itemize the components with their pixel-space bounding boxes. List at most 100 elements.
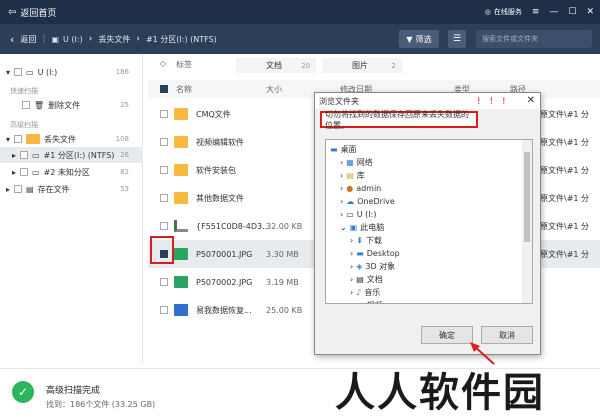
checkbox[interactable]: [14, 68, 23, 76]
checkmark-icon: ✓: [12, 381, 34, 403]
tree-item-3d-objects[interactable]: › ◈ 3D 对象: [350, 260, 395, 272]
tab-documents[interactable]: 文档 20: [236, 58, 316, 73]
tree-item-music[interactable]: › ♪ 音乐: [350, 286, 380, 298]
tree-item-desktop[interactable]: ▬ 桌面: [330, 143, 357, 155]
column-size[interactable]: 大小: [266, 84, 282, 95]
tree-item-downloads[interactable]: › ⬇ 下载: [350, 234, 382, 246]
tree-scrollbar[interactable]: [522, 140, 532, 303]
path-cell: 原文件\#1 分: [540, 249, 590, 259]
sidebar-item-partition1[interactable]: ▸ ▭ #1 分区(I:) (NTFS) 26: [0, 147, 143, 163]
column-name[interactable]: 名称: [176, 84, 192, 95]
selected-checkbox-highlight: [150, 236, 174, 264]
tree-item-desktop2[interactable]: › ▬ Desktop: [350, 247, 400, 259]
select-all-checkbox[interactable]: [160, 85, 168, 93]
tree-item-this-pc[interactable]: ⌄ ▣ 此电脑: [340, 221, 384, 233]
chevron-right-icon: ›: [88, 34, 93, 44]
tab-pictures[interactable]: 图片 2: [322, 58, 402, 73]
sidebar: ▾ ▭ U (I:) 186 快速扫描 🗑 删除文件 25 高级扫描 ▾ 丢失文件 108 ▸…: [0, 54, 143, 364]
cloud-icon: ☁: [346, 196, 355, 206]
tree-item-library[interactable]: › ▤ 库: [340, 169, 365, 181]
chevron-left-icon[interactable]: ‹: [10, 33, 14, 46]
warning-message: 切勿将找到的数据保存回原来丢失数据的位置。: [320, 110, 478, 130]
tree-item-documents[interactable]: › ▤ 文档: [350, 273, 383, 285]
tag-icon: ◇: [160, 59, 167, 68]
folder-icon: [26, 134, 41, 144]
breadcrumb-partition[interactable]: #1 分区(I:) (NTFS): [146, 34, 217, 45]
library-icon: ▤: [346, 170, 354, 180]
path-cell: 原文件\#1 分: [540, 109, 590, 119]
checkbox[interactable]: [160, 166, 168, 174]
checkbox[interactable]: [160, 222, 168, 230]
browse-folder-dialog: 浏览文件夹 ✕ 切勿将找到的数据保存回原来丢失数据的位置。 ! ! ! ▬ 桌面 …: [314, 92, 541, 355]
user-icon: ●: [346, 183, 354, 193]
tree-item-admin[interactable]: › ● admin: [340, 182, 381, 194]
folder-icon: [174, 136, 188, 148]
checkbox[interactable]: [20, 151, 29, 159]
filter-button[interactable]: ▼ 筛选: [399, 30, 439, 48]
word-file-icon: [174, 304, 188, 316]
tree-item-onedrive[interactable]: › ☁ OneDrive: [340, 195, 395, 207]
checkbox[interactable]: [22, 101, 30, 109]
breadcrumb-drive[interactable]: ▣ U (I:): [51, 35, 82, 44]
checkbox[interactable]: [20, 168, 29, 176]
home-back-icon[interactable]: ⇦: [8, 7, 16, 18]
path-cell: 原文件\#1 分: [540, 137, 590, 147]
path-cell: 原文件\#1 分: [540, 221, 590, 231]
watermark: 人人软件园: [335, 369, 545, 416]
tree-item-udrive[interactable]: › ▭ U (I:): [340, 208, 376, 220]
folder-icon: [174, 164, 188, 176]
category-tabs: ◇ 标签 文档 20 图片 2: [148, 54, 600, 76]
headset-icon: ◎: [484, 8, 491, 16]
list-view-button[interactable]: ☰: [448, 30, 466, 48]
menu-icon[interactable]: ≡: [532, 7, 540, 17]
back-button[interactable]: 返回: [20, 34, 36, 45]
desktop-icon: ▬: [330, 144, 338, 154]
checkbox[interactable]: [14, 185, 23, 193]
tree-item-network[interactable]: › ▦ 网络: [340, 156, 373, 168]
desktop-icon: ▬: [356, 248, 364, 258]
computer-icon: ▣: [349, 222, 358, 232]
sidebar-item-existing[interactable]: ▸ ▤ 存在文件 53: [0, 181, 143, 197]
sidebar-item-partition2[interactable]: ▸ ▭ #2 未知分区 82: [0, 164, 143, 180]
advanced-scan-heading: 高级扫描: [10, 121, 38, 129]
maximize-icon[interactable]: ☐: [568, 7, 576, 17]
sidebar-item-deleted[interactable]: 🗑 删除文件 25: [0, 97, 143, 113]
return-home-link[interactable]: 返回首页: [20, 6, 56, 19]
drive-icon: ▭: [346, 209, 354, 219]
partition-icon: ▭: [32, 167, 40, 177]
document-icon: ▤: [356, 274, 364, 284]
image-file-icon: [174, 276, 188, 288]
path-cell: 原文件\#1 分: [540, 193, 590, 203]
cube-icon: ◈: [356, 261, 363, 271]
search-input[interactable]: 搜索文件或文件夹: [476, 30, 592, 48]
scrollbar-thumb[interactable]: [524, 152, 530, 242]
checkbox[interactable]: [160, 138, 168, 146]
sidebar-item-lost[interactable]: ▾ 丢失文件 108: [0, 131, 143, 147]
checkbox[interactable]: [14, 135, 23, 143]
partition-icon: ▭: [32, 150, 40, 160]
video-icon: ▦: [356, 301, 364, 304]
scan-complete-title: 高级扫描完成: [46, 386, 101, 396]
tree-item-videos[interactable]: ›▦视频: [350, 299, 383, 304]
close-icon[interactable]: ✕: [586, 7, 594, 17]
checkbox[interactable]: [160, 306, 168, 314]
minimize-icon[interactable]: —: [549, 7, 558, 17]
usb-drive-icon: ▭: [26, 67, 34, 77]
breadcrumb-lost[interactable]: 丢失文件: [98, 34, 130, 45]
tab-tag[interactable]: 标签: [176, 59, 192, 70]
quick-scan-heading: 快速扫描: [10, 87, 38, 95]
folder-icon: [174, 192, 188, 204]
path-cell: 原文件\#1 分: [540, 165, 590, 175]
dialog-close-icon[interactable]: ✕: [527, 95, 535, 106]
online-service-button[interactable]: ◎ 在线服务: [485, 7, 522, 17]
generic-file-icon: [174, 220, 188, 232]
folder-icon: [174, 108, 188, 120]
sidebar-item-drive[interactable]: ▾ ▭ U (I:) 186: [0, 64, 143, 80]
download-icon: ⬇: [356, 235, 363, 245]
checkbox[interactable]: [160, 110, 168, 118]
folder-tree[interactable]: ▬ 桌面 › ▦ 网络 › ▤ 库 › ● admin › ☁ OneDrive › ▭ U (I:)…: [325, 139, 533, 304]
checkbox[interactable]: [160, 278, 168, 286]
breadcrumb-bar: ‹ 返回 | ▣ U (I:) › 丢失文件 › #1 分区(I:) (NTFS)…: [0, 24, 600, 54]
checkbox[interactable]: [160, 194, 168, 202]
list-icon: ☰: [452, 34, 462, 44]
